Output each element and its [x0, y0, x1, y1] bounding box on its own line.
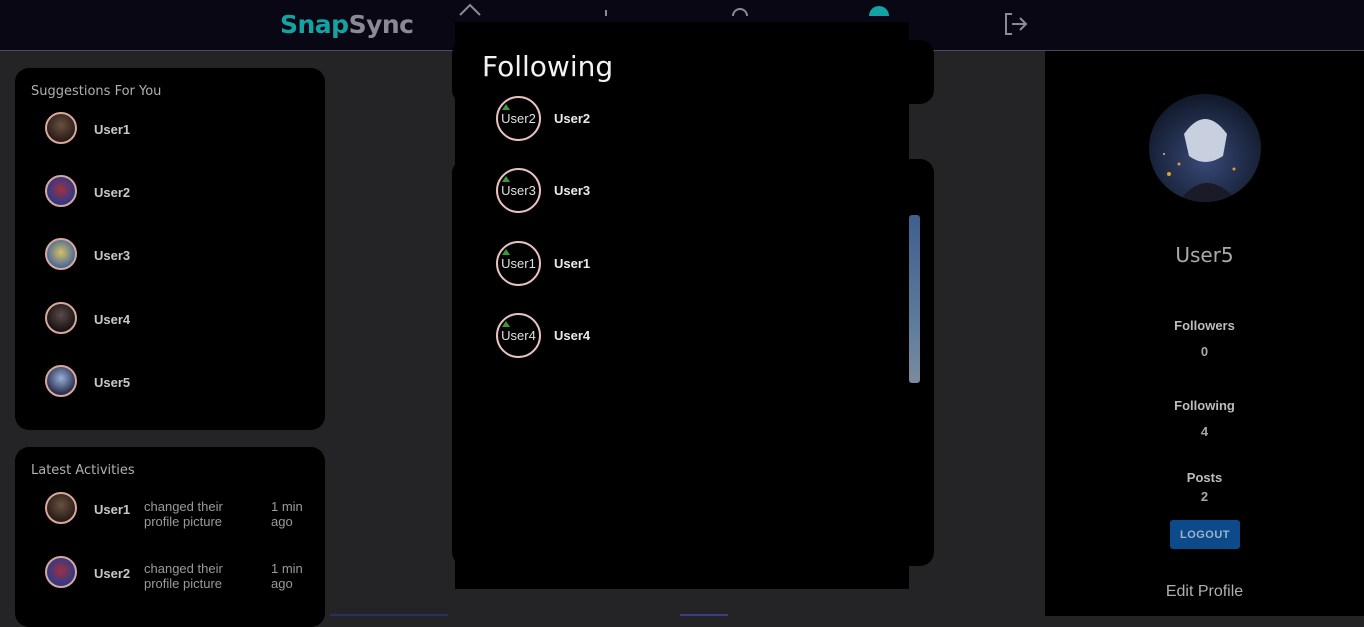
following-username[interactable]: User1: [554, 256, 590, 271]
broken-image-icon: [502, 104, 510, 110]
following-username[interactable]: User3: [554, 183, 590, 198]
posts-label: Posts: [1186, 470, 1223, 485]
avatar-alt-text: User3: [501, 183, 536, 198]
activity-item: User2 changed their profile picture 1 mi…: [45, 556, 325, 592]
avatar[interactable]: [45, 556, 77, 588]
avatar[interactable]: User3: [496, 168, 541, 213]
app-logo[interactable]: SnapSync: [280, 10, 414, 39]
following-username[interactable]: User2: [554, 111, 590, 126]
broken-image-icon: [502, 249, 510, 255]
logo-snap: Snap: [280, 10, 349, 39]
activity-time: 1 min ago: [271, 499, 303, 529]
suggestion-item[interactable]: User3: [45, 238, 325, 274]
logo-sync: Sync: [348, 10, 414, 39]
avatar[interactable]: User1: [496, 241, 541, 286]
suggestion-item[interactable]: User1: [45, 112, 325, 148]
modal-title: Following: [482, 50, 614, 83]
following-label[interactable]: Following: [1045, 398, 1364, 413]
activities-title: Latest Activities: [31, 463, 135, 478]
avatar[interactable]: [45, 492, 77, 524]
suggestion-username: User3: [94, 248, 131, 263]
suggestion-item[interactable]: User2: [45, 175, 325, 211]
following-item[interactable]: User2 User2: [496, 96, 796, 142]
following-modal: Following User2 User2 User3 User3 User1 …: [455, 22, 909, 589]
followers-label[interactable]: Followers: [1045, 318, 1364, 333]
avatar: [45, 238, 77, 270]
activity-item: User1 changed their profile picture 1 mi…: [45, 492, 325, 529]
edit-profile-link[interactable]: Edit Profile: [1045, 583, 1364, 601]
avatar[interactable]: User4: [496, 313, 541, 358]
following-item[interactable]: User1 User1: [496, 241, 796, 287]
suggestion-username: User2: [94, 185, 131, 200]
logout-button[interactable]: LOGOUT: [1170, 520, 1240, 549]
profile-panel: User5 Followers 0 Following 4 Posts 2 LO…: [1045, 51, 1364, 616]
avatar[interactable]: User2: [496, 96, 541, 141]
suggestion-username: User4: [94, 312, 131, 327]
activity-time: 1 min ago: [271, 561, 303, 591]
avatar-alt-text: User1: [501, 256, 536, 271]
activity-username[interactable]: User1: [94, 502, 130, 517]
following-username[interactable]: User4: [554, 328, 590, 343]
profile-picture[interactable]: [1149, 94, 1261, 202]
avatar: [45, 365, 77, 397]
suggestions-card: Suggestions For You User1 User2 User3 Us…: [15, 68, 325, 430]
following-item[interactable]: User3 User3: [496, 168, 796, 214]
activity-text: changed their profile picture: [144, 561, 223, 591]
profile-icon[interactable]: [866, 0, 892, 16]
avatar-alt-text: User4: [501, 328, 536, 343]
following-count[interactable]: 4: [1045, 424, 1364, 439]
avatar-alt-text: User2: [501, 111, 536, 126]
suggestion-item[interactable]: User5: [45, 365, 325, 401]
suggestion-username: User5: [94, 375, 131, 390]
following-item[interactable]: User4 User4: [496, 313, 796, 359]
feed-post-image: [909, 215, 920, 383]
add-icon[interactable]: [598, 0, 614, 16]
posts-count: 2: [1200, 489, 1209, 504]
suggestions-title: Suggestions For You: [31, 84, 162, 99]
search-icon[interactable]: [730, 0, 750, 16]
followers-count[interactable]: 0: [1045, 344, 1364, 359]
broken-image-icon: [502, 176, 510, 182]
home-icon[interactable]: [458, 0, 482, 16]
activities-card: Latest Activities User1 changed their pr…: [15, 447, 325, 627]
activity-text: changed their profile picture: [144, 499, 223, 529]
broken-image-icon: [502, 321, 510, 327]
suggestion-item[interactable]: User4: [45, 302, 325, 338]
avatar: [45, 112, 77, 144]
profile-username: User5: [1175, 243, 1234, 267]
activity-username[interactable]: User2: [94, 566, 130, 581]
avatar: [45, 175, 77, 207]
suggestion-username: User1: [94, 122, 131, 137]
avatar: [45, 302, 77, 334]
logout-icon[interactable]: [1003, 12, 1029, 36]
